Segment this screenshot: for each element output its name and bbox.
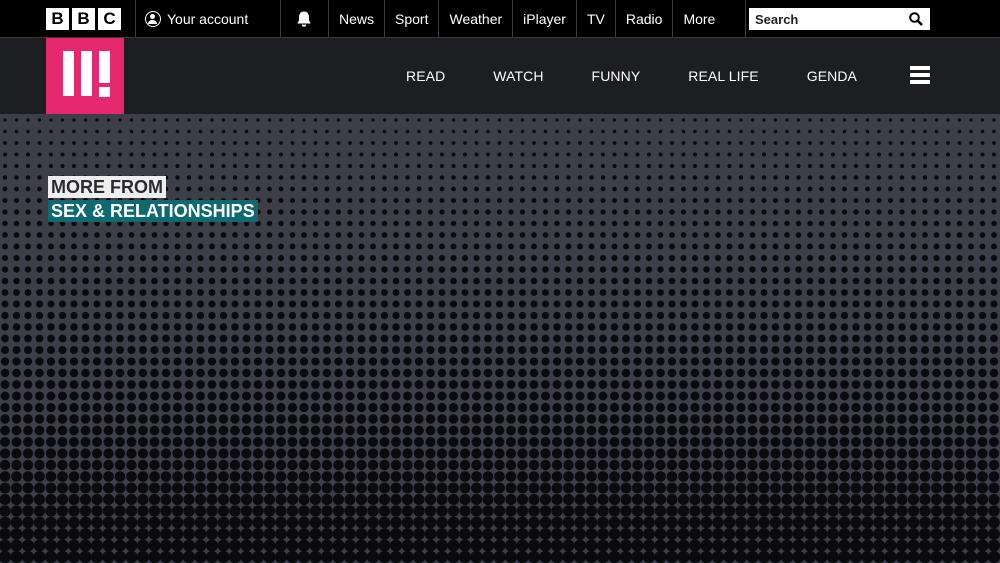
account-label: Your account: [167, 11, 249, 27]
logo-bar: [81, 51, 92, 96]
three-nav-genda[interactable]: GENDA: [807, 68, 857, 84]
search-box: [749, 8, 930, 30]
bbc-logo[interactable]: B B C: [46, 8, 121, 30]
bbc-three-header: READ WATCH FUNNY REAL LIFE GENDA: [0, 38, 1000, 114]
nav-sport[interactable]: Sport: [384, 0, 438, 38]
account-link[interactable]: Your account: [145, 0, 248, 38]
three-nav-real-life[interactable]: REAL LIFE: [688, 68, 758, 84]
bbc-logo-letter: B: [46, 8, 69, 30]
bbc-logo-letter: B: [72, 8, 95, 30]
hero-banner: MORE FROM SEX & RELATIONSHIPS: [0, 114, 1000, 563]
bbc-global-bar: B B C Your account News Sport Weather iP…: [0, 0, 1000, 38]
three-nav-read[interactable]: READ: [406, 68, 445, 84]
bbc-top-nav: News Sport Weather iPlayer TV Radio More: [328, 0, 747, 38]
bell-icon[interactable]: [295, 10, 313, 28]
hero-label-line1: MORE FROM: [48, 176, 166, 198]
nav-radio[interactable]: Radio: [614, 0, 673, 38]
divider: [280, 0, 281, 38]
nav-iplayer[interactable]: iPlayer: [512, 0, 576, 38]
search-input[interactable]: [749, 8, 905, 30]
nav-news[interactable]: News: [328, 0, 384, 38]
nav-tv[interactable]: TV: [575, 0, 615, 38]
three-nav-funny[interactable]: FUNNY: [592, 68, 641, 84]
nav-weather[interactable]: Weather: [438, 0, 512, 38]
three-nav: READ WATCH FUNNY REAL LIFE GENDA: [382, 38, 881, 114]
menu-icon[interactable]: [910, 66, 930, 84]
bbc-logo-letter: C: [98, 8, 121, 30]
logo-bar: [63, 51, 74, 96]
divider: [135, 0, 136, 38]
logo-dot: [99, 87, 110, 97]
three-nav-watch[interactable]: WATCH: [493, 68, 543, 84]
search-icon[interactable]: [909, 12, 923, 26]
bbc-three-logo[interactable]: [46, 38, 124, 114]
user-icon: [145, 11, 161, 27]
nav-more[interactable]: More: [672, 0, 747, 38]
hero-label: MORE FROM SEX & RELATIONSHIPS: [48, 176, 258, 222]
logo-bar: [99, 51, 110, 83]
hero-category-link[interactable]: SEX & RELATIONSHIPS: [48, 200, 258, 222]
